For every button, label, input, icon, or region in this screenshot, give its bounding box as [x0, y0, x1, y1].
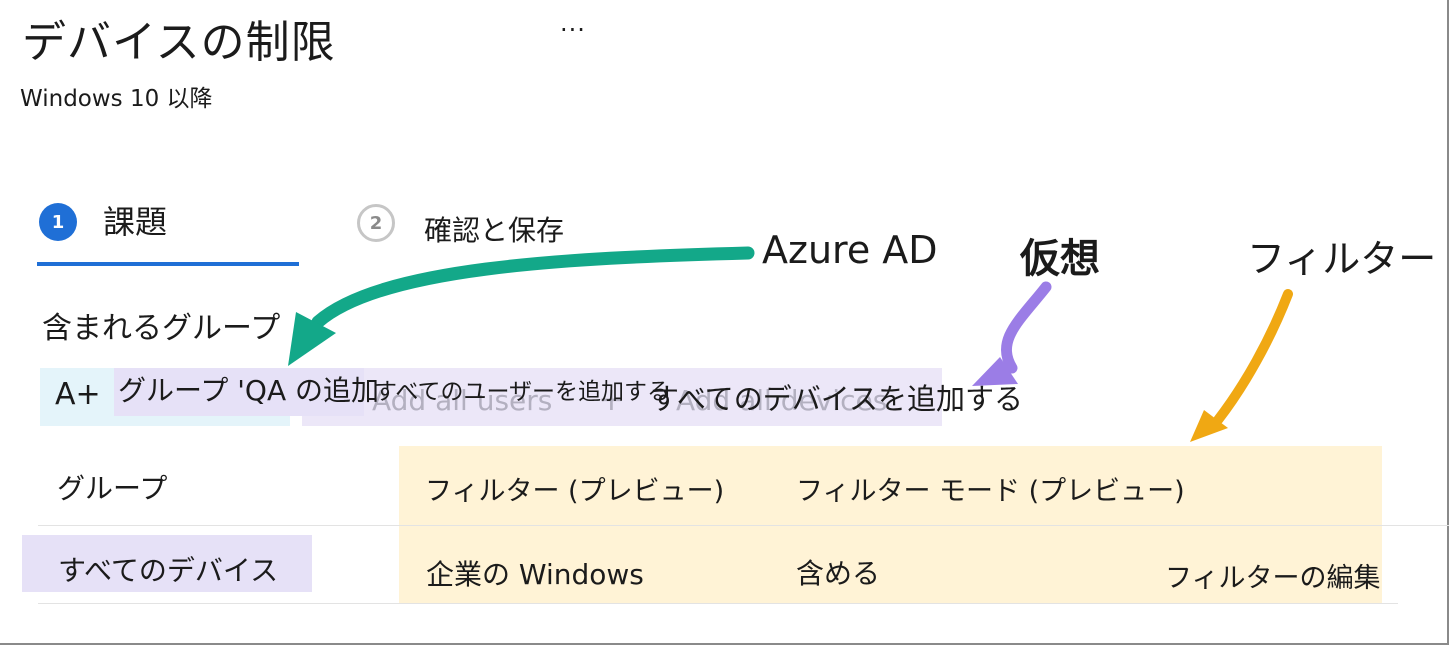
active-step-underline — [37, 262, 299, 266]
step-1-number-icon[interactable]: 1 — [39, 203, 77, 241]
add-groups-button[interactable]: グループ 'QA の追加 — [114, 368, 379, 416]
more-options-button[interactable]: ··· — [560, 16, 586, 44]
add-group-icon[interactable]: A+ — [55, 377, 101, 412]
included-groups-heading: 含まれるグループ — [42, 311, 281, 346]
filter-callout: フィルター — [1247, 237, 1437, 281]
azure-ad-callout: Azure AD — [762, 228, 938, 272]
add-all-users-button[interactable]: すべてのユーザーを追加する — [374, 372, 670, 406]
step-2-number-icon[interactable]: 2 — [357, 204, 395, 242]
virtual-callout: 仮想 — [1020, 236, 1100, 282]
edit-filter-link[interactable]: フィルターの編集 — [1165, 556, 1380, 595]
row-divider — [38, 603, 1398, 604]
column-header-group: グループ — [57, 472, 168, 505]
column-header-filter-mode: フィルター モード (プレビュー) — [796, 476, 1185, 507]
table-row-filter: 企業の Windows — [426, 558, 644, 591]
page-title: デバイスの制限 — [22, 17, 336, 68]
add-all-devices-button[interactable]: すべてのデバイスを追加する — [650, 376, 1023, 418]
page-subtitle: Windows 10 以降 — [20, 86, 213, 112]
table-row-filter-mode: 含める — [796, 557, 881, 590]
step-2-tab[interactable]: 確認と保存 — [424, 209, 564, 249]
step-1-tab[interactable]: 課題 — [103, 197, 167, 243]
column-header-filter: フィルター (プレビュー) — [425, 476, 725, 507]
header-divider — [38, 525, 1449, 526]
table-row-group: すべてのデバイス — [58, 554, 279, 587]
